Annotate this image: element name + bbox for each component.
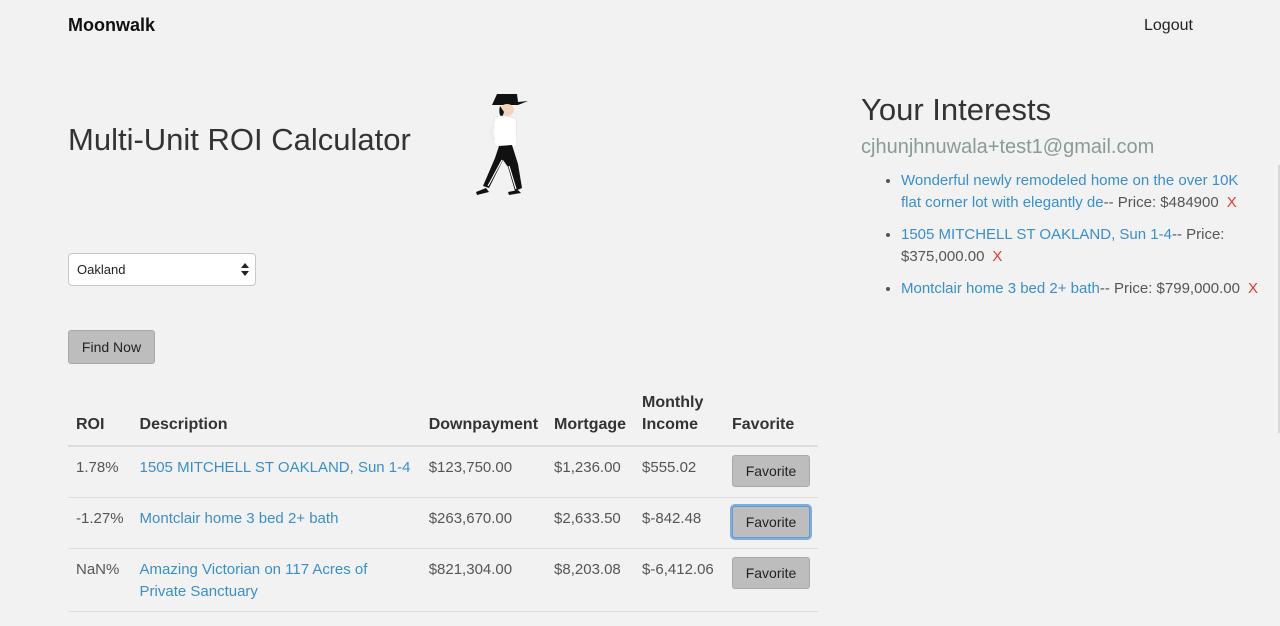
user-email: cjhunjhnuwala+test1@gmail.com [861, 136, 1155, 158]
city-select[interactable]: Oakland [68, 253, 256, 286]
city-select-value: Oakland [77, 262, 126, 277]
select-arrows-icon [241, 263, 249, 276]
page-title: Multi-Unit ROI Calculator [68, 122, 411, 157]
cell-description: 1505 MITCHELL ST OAKLAND, Sun 1-4 [131, 446, 421, 498]
remove-interest-button[interactable]: X [992, 248, 1002, 265]
remove-interest-button[interactable]: X [1227, 194, 1237, 211]
header-monthly-income-line2: Income [642, 416, 699, 433]
header-monthly-income-line1: Monthly [642, 394, 704, 411]
table-header-row: ROI Description Downpayment Mortgage Mon… [68, 392, 818, 447]
cell-description: Montclair home 3 bed 2+ bath [131, 497, 421, 549]
cell-downpayment: $123,750.00 [420, 446, 547, 498]
table-row: NaN% Amazing Victorian on 117 Acres of P… [68, 548, 818, 612]
cell-roi: NaN% [68, 548, 132, 612]
header-favorite: Favorite [724, 392, 818, 447]
list-item: 1505 MITCHELL ST OAKLAND, Sun 1-4-- Pric… [901, 224, 1261, 268]
cell-monthly-income: $-6,412.06 [634, 548, 724, 612]
interest-price: -- Price: $484900 [1103, 194, 1219, 211]
interests-sidebar: Your Interests cjhunjhnuwala+test1@gmail… [861, 90, 1261, 310]
header-description: Description [131, 392, 421, 447]
cell-downpayment: $263,670.00 [420, 497, 547, 549]
listing-link[interactable]: 1505 MITCHELL ST OAKLAND, Sun 1-4 [140, 459, 411, 476]
header-monthly-income: Monthly Income [634, 392, 724, 447]
header-mortgage: Mortgage [546, 392, 635, 447]
cell-roi: 1.78% [68, 446, 132, 498]
cell-favorite: Favorite [724, 548, 818, 612]
remove-interest-button[interactable]: X [1248, 280, 1258, 297]
brand-logo[interactable]: Moonwalk [68, 15, 155, 36]
listing-link[interactable]: Montclair home 3 bed 2+ bath [140, 510, 339, 527]
table-row: 1.78% 1505 MITCHELL ST OAKLAND, Sun 1-4 … [68, 446, 818, 498]
logout-link[interactable]: Logout [1144, 17, 1193, 35]
list-item: Wonderful newly remodeled home on the ov… [901, 170, 1261, 214]
listing-link[interactable]: Amazing Victorian on 117 Acres of Privat… [140, 561, 368, 600]
cell-mortgage: $2,633.50 [546, 497, 635, 549]
cell-monthly-income: $-842.48 [634, 497, 724, 549]
header-roi: ROI [68, 392, 132, 447]
list-item: Montclair home 3 bed 2+ bath-- Price: $7… [901, 278, 1261, 300]
cell-roi: -1.27% [68, 497, 132, 549]
favorite-button[interactable]: Favorite [732, 556, 810, 589]
cell-downpayment: $821,304.00 [420, 548, 547, 612]
header-downpayment: Downpayment [420, 392, 547, 447]
table-row: -1.27% Montclair home 3 bed 2+ bath $263… [68, 497, 818, 549]
interest-link[interactable]: 1505 MITCHELL ST OAKLAND, Sun 1-4 [901, 226, 1172, 243]
cell-favorite: Favorite [724, 497, 818, 549]
interests-title: Your Interests [861, 92, 1052, 127]
interests-list: Wonderful newly remodeled home on the ov… [861, 170, 1261, 300]
favorite-button[interactable]: Favorite [732, 455, 810, 487]
cell-monthly-income: $555.02 [634, 446, 724, 498]
interest-link[interactable]: Montclair home 3 bed 2+ bath [901, 280, 1100, 297]
results-table: ROI Description Downpayment Mortgage Mon… [68, 392, 818, 612]
find-now-button[interactable]: Find Now [68, 330, 155, 364]
cell-mortgage: $8,203.08 [546, 548, 635, 612]
moonwalk-dancer-illustration [476, 94, 528, 195]
cell-description: Amazing Victorian on 117 Acres of Privat… [131, 548, 421, 612]
favorite-button[interactable]: Favorite [732, 505, 810, 538]
cell-favorite: Favorite [724, 446, 818, 498]
interest-price: -- Price: $799,000.00 [1099, 280, 1240, 297]
cell-mortgage: $1,236.00 [546, 446, 635, 498]
